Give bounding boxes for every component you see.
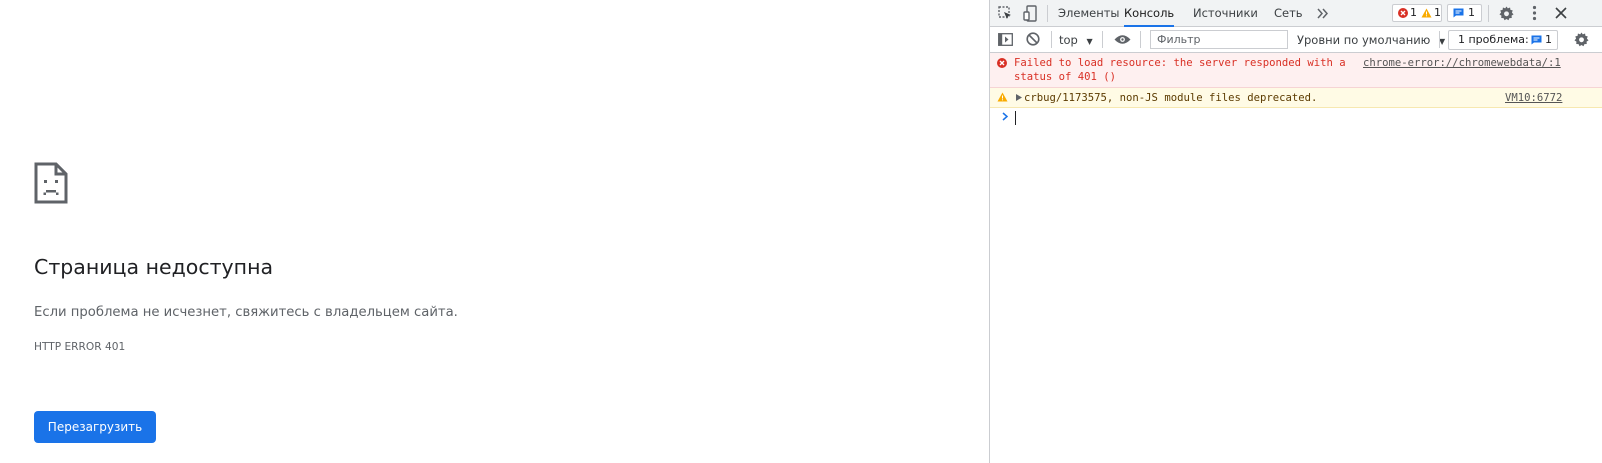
issues-label: 1 проблема: xyxy=(1458,33,1529,46)
console-message-error: Failed to load resource: the server resp… xyxy=(990,53,1602,88)
error-page: Страница недоступна Если проблема не исч… xyxy=(0,0,989,463)
warning-count: 1 xyxy=(1434,6,1441,19)
filter-input[interactable] xyxy=(1150,30,1288,49)
eye-icon[interactable] xyxy=(1114,34,1131,45)
inspect-element-icon[interactable] xyxy=(998,6,1013,21)
warning-icon xyxy=(1421,8,1432,18)
divider xyxy=(1439,31,1440,48)
divider xyxy=(1102,31,1103,48)
issues-count: 1 xyxy=(1545,33,1552,46)
console-message-warning: crbug/1173575, non-JS module files depre… xyxy=(990,88,1602,108)
warning-text: crbug/1173575, non-JS module files depre… xyxy=(1024,92,1318,104)
issues-badge[interactable]: 1 xyxy=(1447,4,1482,22)
error-message: Если проблема не исчезнет, свяжитесь с в… xyxy=(34,305,458,320)
context-selector[interactable]: top ▼ xyxy=(1059,31,1093,49)
sad-document-icon xyxy=(34,162,68,204)
context-label: top xyxy=(1059,33,1078,47)
log-levels-dropdown[interactable]: Уровни по умолчанию ▼ xyxy=(1297,31,1445,49)
double-chevron-icon[interactable] xyxy=(1317,8,1328,19)
error-source-link[interactable]: chrome-error://chromewebdata/:1 xyxy=(1363,56,1561,70)
sidebar-toggle-icon[interactable] xyxy=(998,33,1013,46)
error-count: 1 xyxy=(1410,6,1417,19)
console-settings-gear-icon[interactable] xyxy=(1574,32,1589,47)
device-toolbar-icon[interactable] xyxy=(1023,5,1039,22)
error-icon xyxy=(997,58,1007,68)
more-vertical-icon[interactable] xyxy=(1532,5,1537,21)
issue-count: 1 xyxy=(1468,6,1475,19)
error-icon xyxy=(1398,8,1408,18)
expand-arrow-icon[interactable] xyxy=(1016,94,1022,101)
message-icon xyxy=(1453,8,1464,18)
devtools-panel: Элементы Консоль Источники Сеть 1 1 1 to… xyxy=(989,0,1602,463)
errors-warnings-badge[interactable]: 1 1 xyxy=(1392,4,1442,22)
console-toolbar: top ▼ Уровни по умолчанию ▼ 1 проблема: … xyxy=(990,27,1602,53)
clear-console-icon[interactable] xyxy=(1026,32,1040,46)
divider xyxy=(1488,5,1489,22)
tab-console[interactable]: Консоль xyxy=(1124,0,1175,27)
log-levels-label: Уровни по умолчанию xyxy=(1297,33,1431,47)
devtools-tabbar: Элементы Консоль Источники Сеть 1 1 1 xyxy=(990,0,1602,27)
error-text-line2: status of 401 () xyxy=(1014,71,1117,83)
tab-elements[interactable]: Элементы xyxy=(1058,0,1120,26)
error-text-line1: Failed to load resource: the server resp… xyxy=(1014,57,1346,69)
divider xyxy=(1140,31,1141,48)
close-icon[interactable] xyxy=(1555,7,1567,19)
prompt-chevron-icon xyxy=(1002,112,1008,121)
issues-button[interactable]: 1 проблема: 1 xyxy=(1448,30,1558,50)
warning-source-link[interactable]: VM10:6772 xyxy=(1505,91,1562,105)
divider xyxy=(1047,5,1048,22)
tab-sources[interactable]: Источники xyxy=(1193,0,1258,26)
tab-network[interactable]: Сеть xyxy=(1274,0,1303,26)
page-title: Страница недоступна xyxy=(34,255,274,279)
console-prompt-input[interactable] xyxy=(1015,111,1016,125)
divider xyxy=(1051,31,1052,48)
reload-button[interactable]: Перезагрузить xyxy=(34,411,156,443)
error-code: HTTP ERROR 401 xyxy=(34,341,126,353)
message-icon xyxy=(1531,35,1542,45)
warning-icon xyxy=(997,92,1008,102)
dropdown-arrow-icon: ▼ xyxy=(1086,37,1093,46)
gear-icon[interactable] xyxy=(1499,6,1514,21)
